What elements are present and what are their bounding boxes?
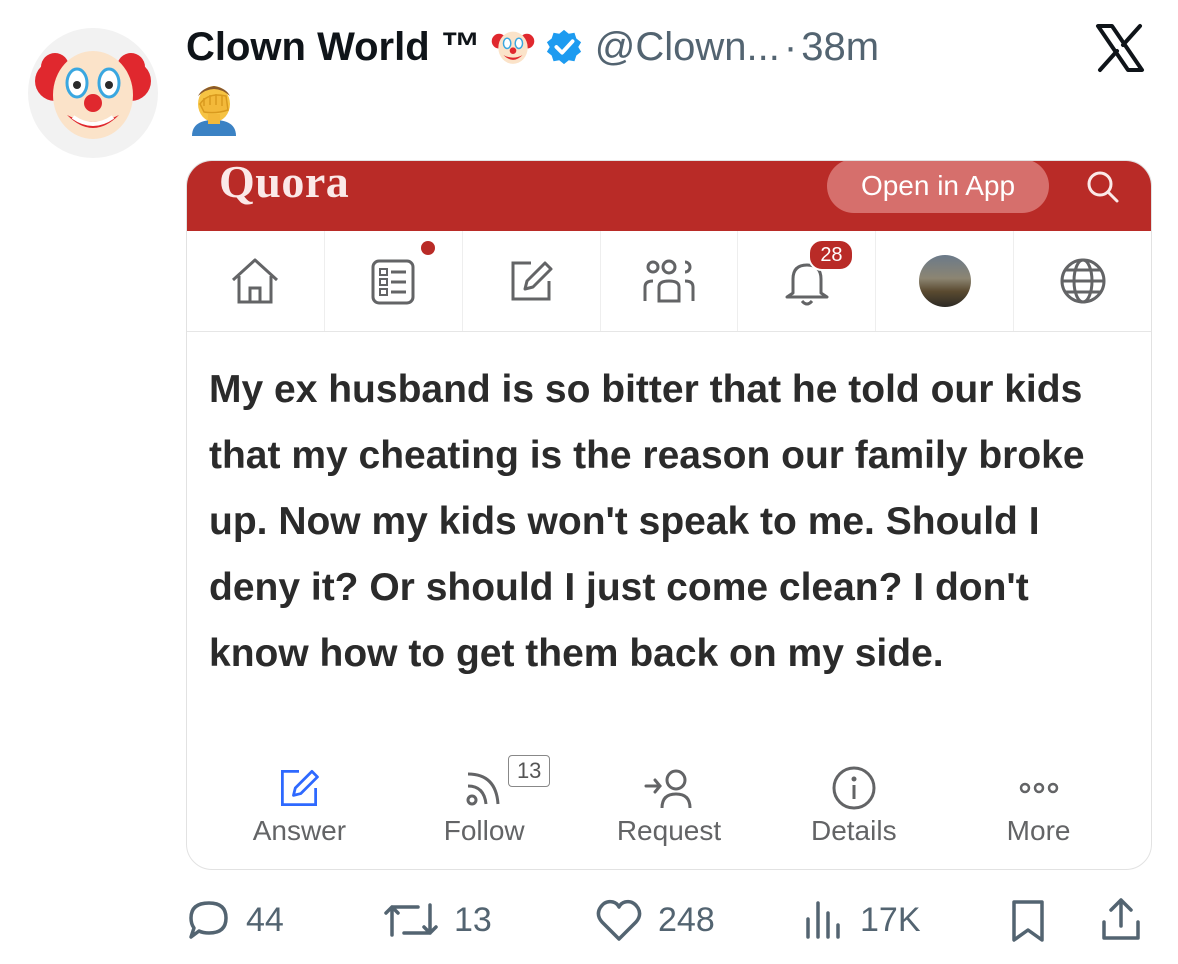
separator-dot: · [783,24,798,69]
tweet-header: Clown World ™ @Clown... · 38m [186,22,879,72]
home-icon [232,258,279,304]
feed-icon [371,259,415,305]
author-handle[interactable]: @Clown... [595,25,780,70]
profile-avatar [918,255,971,307]
globe-icon [1060,258,1106,304]
nav-spaces[interactable] [601,231,739,331]
more-label: More [1006,815,1071,846]
views-count: 17K [860,900,921,939]
like-button[interactable]: 248 [594,890,715,950]
question-text: My ex husband is so bitter that he told … [209,368,1085,675]
request-user-icon [644,769,692,809]
quora-nav-row: 28 [187,231,1151,332]
search-icon[interactable] [1083,167,1123,207]
views-chart-icon [806,901,840,939]
answer-label: Answer [252,815,347,846]
follow-button[interactable]: 13 Follow [409,755,559,861]
details-label: Details [810,815,897,846]
follow-label: Follow [443,815,525,846]
follow-count-badge: 13 [508,755,551,787]
write-icon [511,261,553,301]
repost-icon [384,903,438,937]
clown-face-icon [35,51,151,139]
author-avatar[interactable] [28,28,158,158]
heart-icon [596,899,642,941]
request-label: Request [616,815,722,846]
like-count: 248 [658,900,715,939]
share-icon[interactable] [1098,896,1144,944]
reply-button[interactable]: 44 [186,890,284,950]
embedded-image-card[interactable]: Quora Open in App 28 My ex husband is so… [186,160,1152,870]
nav-following[interactable] [325,231,463,331]
open-in-app-button[interactable]: Open in App [827,161,1049,213]
unread-dot [420,241,435,255]
nav-profile[interactable] [876,231,1015,331]
quora-logo: Quora [219,160,350,207]
more-dots-icon [1019,782,1058,794]
reply-count: 44 [246,900,284,939]
reply-icon [189,901,228,939]
views-button[interactable]: 17K [800,890,921,950]
facepalm-emoji-icon [192,86,236,136]
answer-button[interactable]: Answer [224,761,374,861]
verified-badge-icon [545,28,583,66]
repost-count: 13 [454,900,492,939]
bookmark-icon[interactable] [1006,898,1050,944]
details-button[interactable]: Details [779,761,929,861]
request-button[interactable]: Request [594,761,744,861]
tweet-time[interactable]: 38m [801,25,879,70]
nav-notifications[interactable]: 28 [738,231,877,331]
repost-button[interactable]: 13 [382,890,492,950]
info-icon [832,766,876,810]
question-actions: Answer 13 Follow Request Details More [187,755,1151,861]
tweet-actions: 44 13 248 17K [186,890,1150,950]
nav-answer[interactable] [463,231,601,331]
spaces-icon [643,259,695,303]
more-button[interactable]: More [964,761,1114,861]
follow-rss-icon [466,772,500,806]
nav-home[interactable] [187,231,325,331]
clown-emoji-icon [491,25,535,69]
quora-header-bar: Quora Open in App [187,161,1151,231]
answer-pencil-icon [281,770,320,806]
notification-count-badge: 28 [808,239,855,271]
x-logo-icon[interactable] [1094,22,1146,74]
nav-languages[interactable] [1014,231,1151,331]
author-name[interactable]: Clown World ™ [186,25,481,70]
